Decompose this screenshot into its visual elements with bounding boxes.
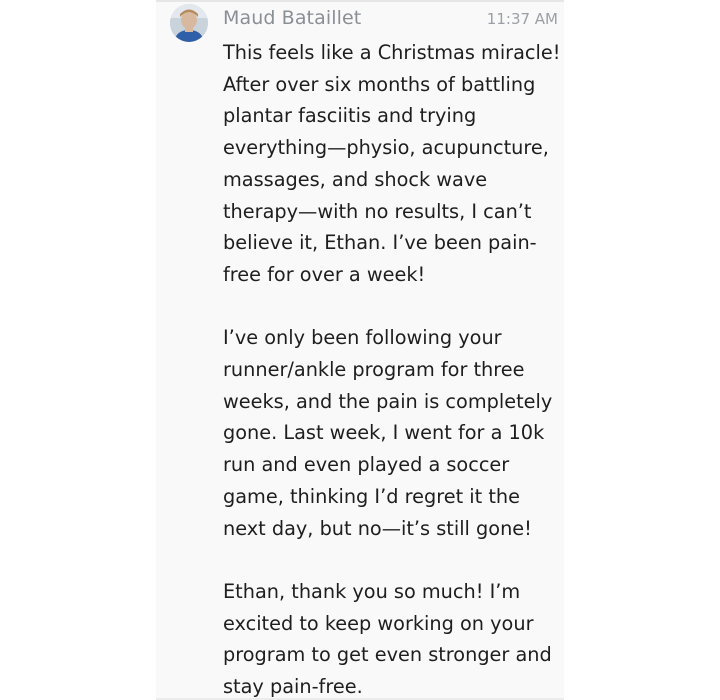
message-line: therapy—with no results, I can’t	[223, 199, 532, 223]
message-paragraph: This feels like a Christmas miracle! Aft…	[223, 37, 561, 291]
message-line: gone. Last week, I went for a 10k	[223, 421, 545, 445]
message-line: free for over a week!	[223, 262, 426, 286]
message-line: This feels like a Christmas miracle!	[223, 41, 561, 64]
message-line: massages, and shock wave	[223, 167, 488, 191]
sender-avatar[interactable]	[170, 4, 208, 42]
message-line: program to get even stronger and	[223, 643, 552, 667]
message-line: next day, but no—it’s still gone!	[223, 516, 532, 540]
message-line: weeks, and the pain is completely	[223, 389, 553, 413]
message-line: runner/ankle program for three	[223, 358, 525, 382]
sender-name[interactable]: Maud Bataillet	[223, 6, 361, 30]
message-line: stay pain-free.	[223, 675, 363, 699]
chat-message-panel: Maud Bataillet 11:37 AM This feels like …	[156, 0, 564, 700]
message-line: Ethan, thank you so much! I’m	[223, 579, 521, 603]
message-paragraph: Ethan, thank you so much! I’m excited to…	[223, 576, 559, 700]
top-divider	[156, 0, 564, 2]
message-line: everything—physio, acupuncture,	[223, 136, 549, 160]
message-line: plantar fasciitis and trying	[223, 104, 477, 128]
message-line: game, thinking I’d regret it the	[223, 484, 520, 508]
message-line: After over six months of battling	[223, 72, 536, 96]
message-line: excited to keep working on your	[223, 611, 534, 635]
user-photo-avatar-icon	[170, 4, 208, 42]
message-timestamp: 11:37 AM	[486, 10, 558, 28]
message-body: This feels like a Christmas miracle! Aft…	[223, 37, 561, 700]
message-paragraph: I’ve only been following your runner/ank…	[223, 322, 559, 544]
message-line: run and even played a soccer	[223, 453, 510, 477]
message-line: believe it, Ethan. I’ve been pain-	[223, 231, 537, 255]
message-line: I’ve only been following your	[223, 326, 502, 350]
